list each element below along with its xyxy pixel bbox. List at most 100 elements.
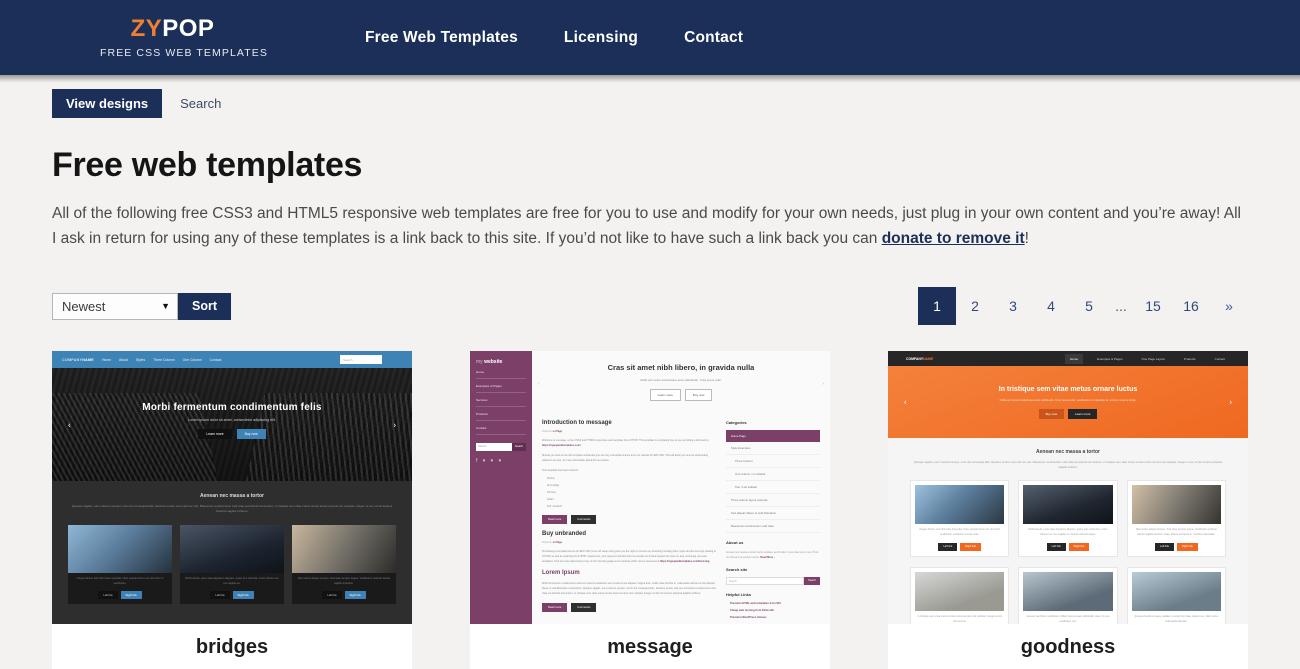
page-intro: All of the following free CSS3 and HTML5… <box>52 201 1248 251</box>
mini-team-text: Aenean nec libero vestibulum. Nillam luc… <box>1026 614 1110 623</box>
mini-logo-b: NAME <box>82 357 94 362</box>
page-content: Free web templates All of the following … <box>0 146 1300 669</box>
mini-read-more-button-2: Read more <box>542 603 568 613</box>
mini-hero-buttons: Learn more Buy now <box>532 389 830 402</box>
page-ellipsis: ... <box>1115 298 1127 315</box>
mini-feature-button-left: Left link <box>1046 542 1066 551</box>
mini-hero-buttons: Learn more Buy now <box>52 429 412 440</box>
header-shadow <box>0 75 1300 85</box>
page-link-4[interactable]: 4 <box>1032 287 1070 325</box>
mini-team-image <box>915 571 1005 611</box>
template-card-goodness[interactable]: COMPANYNAME Home Examples & Pages One Pa… <box>888 351 1248 669</box>
mini-feature-button-left: Left link <box>322 591 342 600</box>
mini-nav-item: Contact <box>209 357 222 362</box>
mini-nav-item: One Page Layout <box>1141 356 1165 361</box>
mini-post-buttons-2: Read more Comments <box>542 603 716 613</box>
intro-text-1: All of the following free CSS3 and HTML5… <box>52 205 1241 248</box>
mini-feature-cell: Nam lectus aliquet tempus. Sed vitae sem… <box>1126 480 1226 557</box>
tab-search[interactable]: Search <box>166 89 235 118</box>
mini-carousel-prev-icon: ‹ <box>68 420 71 430</box>
template-thumbnail-bridges[interactable]: COMPANYNAME Home About Styles Three Colu… <box>52 351 412 625</box>
mini-feature-button-right: Right link <box>344 591 366 600</box>
mini-feature-cell: Integer dictum sed nibh vitae imperdiet,… <box>68 525 172 605</box>
mini-post-meta-cat-2: on Page <box>552 541 562 545</box>
template-title-message[interactable]: message <box>470 624 830 669</box>
tab-view-designs[interactable]: View designs <box>52 89 163 118</box>
mini-nav-item: Contact <box>1214 356 1225 361</box>
mini-aside-search: Search Search <box>725 577 820 586</box>
mini-helpful-link: Premium HTML web templates from $10 <box>729 602 781 606</box>
sort-button[interactable]: Sort <box>178 292 231 320</box>
mini-feature-button-right: Right link <box>1176 542 1198 551</box>
mini-logo-b: website <box>484 359 503 366</box>
mini-post-text-body: Welcome to message, a free CSS3 and HTML… <box>542 439 709 443</box>
mini-search-button: Search <box>511 443 526 452</box>
mini-columns: Introduction to message Posted in on Pag… <box>532 411 830 619</box>
page-link-3[interactable]: 3 <box>994 287 1032 325</box>
mini-search-input: Search <box>340 355 382 365</box>
mini-post-text-4: Purchasing a template licence for $20 US… <box>542 549 716 564</box>
mini-post-text-2: Should you wish to use this template unb… <box>542 454 708 463</box>
mini-list-item: Firefox <box>547 477 555 481</box>
site-logo[interactable]: ZYPOP FREE CSS WEB TEMPLATES <box>100 16 267 59</box>
mini-logo-a: my <box>476 359 485 366</box>
template-card-bridges[interactable]: COMPANYNAME Home About Styles Three Colu… <box>52 351 412 669</box>
mini-feature-button-left: Left link <box>210 591 230 600</box>
mini-hero-title: Cras sit amet nibh libero, in gravida nu… <box>607 363 755 373</box>
mini-post-meta-2: Posted in on Page <box>542 541 716 544</box>
page-next-button[interactable]: » <box>1210 287 1248 325</box>
mini-hero-button-2: Buy now <box>684 389 713 402</box>
mini-categories-heading: Categories <box>725 420 747 426</box>
mini-hero-subtitle: Nulla vel metus scelerisque ante sollici… <box>640 378 722 383</box>
template-thumbnail-message[interactable]: my website Home Examples of Pages Servic… <box>470 351 830 625</box>
mini-category: One column / no sidebar <box>725 468 820 482</box>
mini-main: ‹ › Cras sit amet nibh libero, in gravid… <box>532 351 830 624</box>
controls-row: Newest ▼ Sort 1 2 3 4 5 ... 15 16 » <box>52 287 1248 326</box>
mini-hero-button-2: Learn more <box>1068 409 1098 420</box>
template-title-goodness[interactable]: goodness <box>888 624 1248 669</box>
mini-feature-image <box>68 525 172 574</box>
mini-social-icons: f ▾ ▾ ▾ <box>476 458 504 465</box>
page-link-1[interactable]: 1 <box>918 287 956 326</box>
mini-post-title-3: Lorem Ipsum <box>542 570 580 577</box>
mini-preview-bridges: COMPANYNAME Home About Styles Three Colu… <box>52 351 412 625</box>
mini-post-link: https://zypopwebtemplates.com/ <box>542 444 581 448</box>
mini-feature-buttons: Left link Right link <box>1019 542 1116 551</box>
donate-link[interactable]: donate to remove it <box>882 230 1025 247</box>
mini-feature-button-left: Left link <box>938 542 958 551</box>
sort-select-value: Newest <box>62 298 106 314</box>
template-title-bridges[interactable]: bridges <box>52 624 412 669</box>
sort-select[interactable]: Newest ▼ <box>52 292 178 320</box>
nav-link-contact[interactable]: Contact <box>684 29 743 47</box>
template-thumbnail-goodness[interactable]: COMPANYNAME Home Examples & Pages One Pa… <box>888 351 1248 625</box>
mini-hero-button-2: Buy now <box>236 429 266 440</box>
template-card-message[interactable]: my website Home Examples of Pages Servic… <box>470 351 830 669</box>
mini-feature-buttons: Left link Right link <box>1128 542 1225 551</box>
mini-comments-button: Comments <box>571 515 597 525</box>
mini-search-icon <box>390 355 402 365</box>
page-link-16[interactable]: 16 <box>1172 287 1210 325</box>
mini-nav: COMPANYNAME Home About Styles Three Colu… <box>52 351 412 369</box>
nav-link-free-web-templates[interactable]: Free Web Templates <box>365 29 518 47</box>
mini-sidebar: my website Home Examples of Pages Servic… <box>470 351 532 625</box>
page-link-2[interactable]: 2 <box>956 287 994 325</box>
mini-carousel-next-icon: › <box>1229 397 1232 407</box>
mini-feature-text: Integer dictum sed nibh vitae imperdiet,… <box>76 577 164 585</box>
mini-list-item: Chrome <box>547 491 556 495</box>
mini-feature-cell: Nam lectus aliquet tempus. Sed vitae sem… <box>292 525 396 605</box>
mini-nav-item: Three Column <box>153 357 175 362</box>
mini-list-item: IE 11 Edge <box>547 484 560 488</box>
mini-menu-item: Services <box>476 393 526 408</box>
mini-aside-column: Categories Home Page Style Examples Thre… <box>725 420 820 619</box>
mini-section-text: Quisque sagittis, est in laoreet semper,… <box>913 461 1223 470</box>
mini-search-input: Search... <box>476 443 512 452</box>
mini-feature-buttons: Left link Right link <box>911 542 1008 551</box>
mini-about-heading: About us <box>725 540 744 546</box>
page-link-5[interactable]: 5 <box>1070 287 1108 325</box>
mini-post-title: Introduction to message <box>542 420 612 427</box>
nav-link-licensing[interactable]: Licensing <box>564 29 638 47</box>
mini-logo-a: COMPANY <box>906 356 924 361</box>
mini-logo: COMPANYNAME <box>906 357 933 361</box>
page-link-15[interactable]: 15 <box>1134 287 1172 325</box>
mini-nav-item: Styles <box>135 357 146 362</box>
